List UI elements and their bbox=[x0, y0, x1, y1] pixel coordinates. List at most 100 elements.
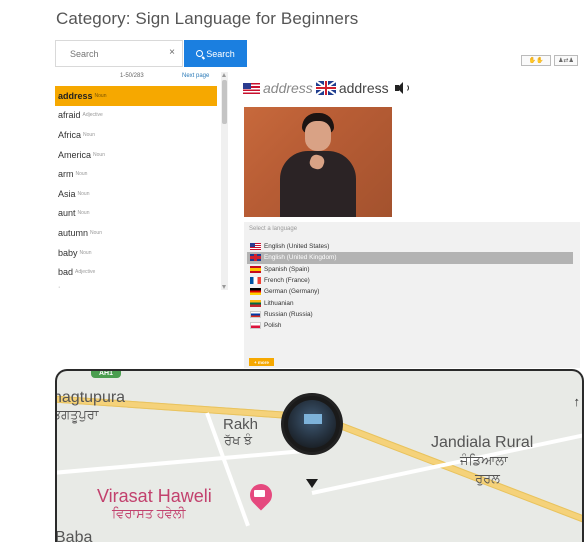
pos-label: Noun bbox=[77, 210, 90, 217]
pos-label: Noun bbox=[93, 151, 105, 158]
list-item[interactable]: aunt Noun bbox=[55, 204, 217, 224]
pos-label: Noun bbox=[83, 131, 95, 138]
map-label-rakh-punjabi: ਰੱਖ ਝੰ bbox=[224, 433, 253, 448]
language-name: Russian (Russia) bbox=[264, 310, 313, 318]
toolbar: ✋✋ ♟⇄♟ bbox=[521, 55, 578, 66]
page-title: Category: Sign Language for Beginners bbox=[56, 9, 359, 28]
map-label-virasat-punjabi: ਵਿਰਾਸਤ ਹਵੇਲੀ bbox=[112, 506, 186, 521]
list-item[interactable]: autumn Noun bbox=[55, 223, 217, 243]
pos-label: Adjective bbox=[82, 112, 103, 119]
language-name: English (United Kingdom) bbox=[264, 254, 337, 262]
word-label: baby bbox=[58, 247, 78, 258]
search-input[interactable] bbox=[56, 41, 166, 66]
scroll-down-arrow-icon[interactable] bbox=[222, 285, 226, 289]
hotel-icon bbox=[254, 490, 265, 497]
pos-label: Noun bbox=[94, 92, 107, 99]
list-scrollbar[interactable] bbox=[221, 72, 228, 290]
speaker-icon[interactable] bbox=[394, 82, 409, 94]
language-item[interactable]: Russian (Russia) bbox=[247, 309, 573, 320]
range-count: 1-50/283 bbox=[120, 73, 144, 79]
list-item[interactable]: Africa Noun bbox=[55, 125, 217, 145]
photo-marker-tail bbox=[306, 479, 318, 488]
road-white bbox=[57, 447, 322, 475]
language-list: English (United States) English (United … bbox=[247, 241, 573, 331]
language-item[interactable]: English (United Kingdom) bbox=[247, 252, 573, 264]
language-item[interactable]: French (France) bbox=[247, 275, 573, 286]
map-label-baba: Baba bbox=[55, 529, 93, 542]
list-item[interactable]: address Noun bbox=[55, 86, 217, 106]
map-label-rakh: Rakh bbox=[223, 416, 259, 433]
language-label: Select a language bbox=[249, 226, 298, 232]
search-button-label: Search bbox=[206, 48, 235, 59]
map-view[interactable]: AH1 nagtupura ਭਗਤੂਪੁਰਾ Rakh ਰੱਖ ਝੰ Jandi… bbox=[55, 369, 584, 542]
list-item[interactable]: Asia Noun bbox=[55, 184, 217, 204]
word-label: address bbox=[58, 90, 93, 101]
more-dot: · bbox=[58, 284, 61, 291]
road-yellow bbox=[317, 414, 582, 523]
language-item[interactable]: Spanish (Spain) bbox=[247, 264, 573, 275]
list-item[interactable]: arm Noun bbox=[55, 164, 217, 184]
map-label-nagtupura: nagtupura bbox=[55, 389, 126, 406]
us-flag-icon bbox=[243, 82, 260, 94]
uk-flag-icon bbox=[315, 81, 336, 95]
flag-ru-icon bbox=[250, 310, 261, 318]
word-label: Africa bbox=[58, 129, 82, 140]
language-item[interactable]: Polish bbox=[247, 320, 573, 331]
search-icon bbox=[196, 50, 204, 57]
clear-icon[interactable]: × bbox=[169, 47, 175, 58]
pos-label: Noun bbox=[75, 171, 88, 178]
detail-panel: address address Select a language Englis… bbox=[240, 70, 580, 370]
language-name: Polish bbox=[264, 322, 282, 330]
flag-pl-icon bbox=[250, 322, 261, 330]
sign-video[interactable] bbox=[244, 107, 392, 217]
scroll-up-arrow-icon[interactable] bbox=[222, 73, 226, 77]
language-name: Lithuanian bbox=[264, 299, 294, 307]
direction-arrow-icon: ↑ bbox=[573, 394, 581, 409]
flag-us-icon bbox=[250, 243, 261, 251]
person-face bbox=[305, 121, 331, 151]
map-label-jandiala-punjabi-1: ਜੰਡਿਆਲਾ bbox=[460, 453, 508, 468]
word-label: afraid bbox=[58, 110, 81, 121]
flag-lt-icon bbox=[250, 299, 261, 307]
word-label: bad bbox=[58, 267, 74, 278]
flag-es-icon bbox=[250, 265, 261, 273]
language-item[interactable]: Lithuanian bbox=[247, 297, 573, 308]
language-name: English (United States) bbox=[264, 243, 330, 251]
spread-hands-icon[interactable]: ✋✋ bbox=[521, 55, 551, 66]
list-item[interactable]: America Noun bbox=[55, 145, 217, 165]
map-label-virasat: Virasat Haweli bbox=[97, 486, 212, 506]
next-page-link[interactable]: Next page bbox=[182, 73, 209, 79]
scroll-thumb[interactable] bbox=[222, 80, 227, 124]
word-list-panel: 1-50/283 Next page address Noun afraid A… bbox=[55, 70, 230, 291]
map-label-jandiala-punjabi-2: ਰੁਰਲ bbox=[475, 471, 500, 486]
people-icon[interactable]: ♟⇄♟ bbox=[554, 55, 578, 66]
language-name: Spanish (Spain) bbox=[264, 265, 310, 273]
language-name: French (France) bbox=[264, 277, 310, 285]
language-selector: Select a language English (United States… bbox=[244, 222, 580, 368]
pos-label: Adjective bbox=[75, 269, 96, 276]
map-label-jandiala: Jandiala Rural bbox=[431, 434, 534, 451]
language-item[interactable]: English (United States) bbox=[247, 241, 573, 252]
list-item[interactable]: bad Adjective bbox=[55, 262, 217, 282]
word-label: America bbox=[58, 149, 92, 160]
word-list: address Noun afraid Adjective Africa Nou… bbox=[55, 86, 217, 282]
photo-marker[interactable] bbox=[281, 393, 343, 455]
search-button[interactable]: Search bbox=[184, 40, 247, 67]
word-label: Asia bbox=[58, 188, 76, 199]
flag-fr-icon bbox=[250, 277, 261, 285]
pos-label: Noun bbox=[90, 229, 102, 236]
word-label: autumn bbox=[58, 227, 89, 238]
word-us: address bbox=[263, 80, 313, 96]
more-languages-button[interactable]: + more bbox=[249, 358, 274, 366]
list-item[interactable]: baby Noun bbox=[55, 243, 217, 263]
word-heading: address address bbox=[243, 80, 409, 96]
pos-label: Noun bbox=[79, 249, 92, 256]
language-name: German (Germany) bbox=[264, 288, 320, 296]
language-item[interactable]: German (Germany) bbox=[247, 286, 573, 297]
map-label-nagtupura-punjabi: ਭਗਤੂਪੁਰਾ bbox=[55, 407, 99, 422]
list-item[interactable]: afraid Adjective bbox=[55, 106, 217, 126]
search-field[interactable]: × bbox=[55, 40, 183, 67]
flag-uk-icon bbox=[250, 254, 261, 262]
word-uk: address bbox=[338, 80, 389, 96]
flag-de-icon bbox=[250, 288, 261, 296]
